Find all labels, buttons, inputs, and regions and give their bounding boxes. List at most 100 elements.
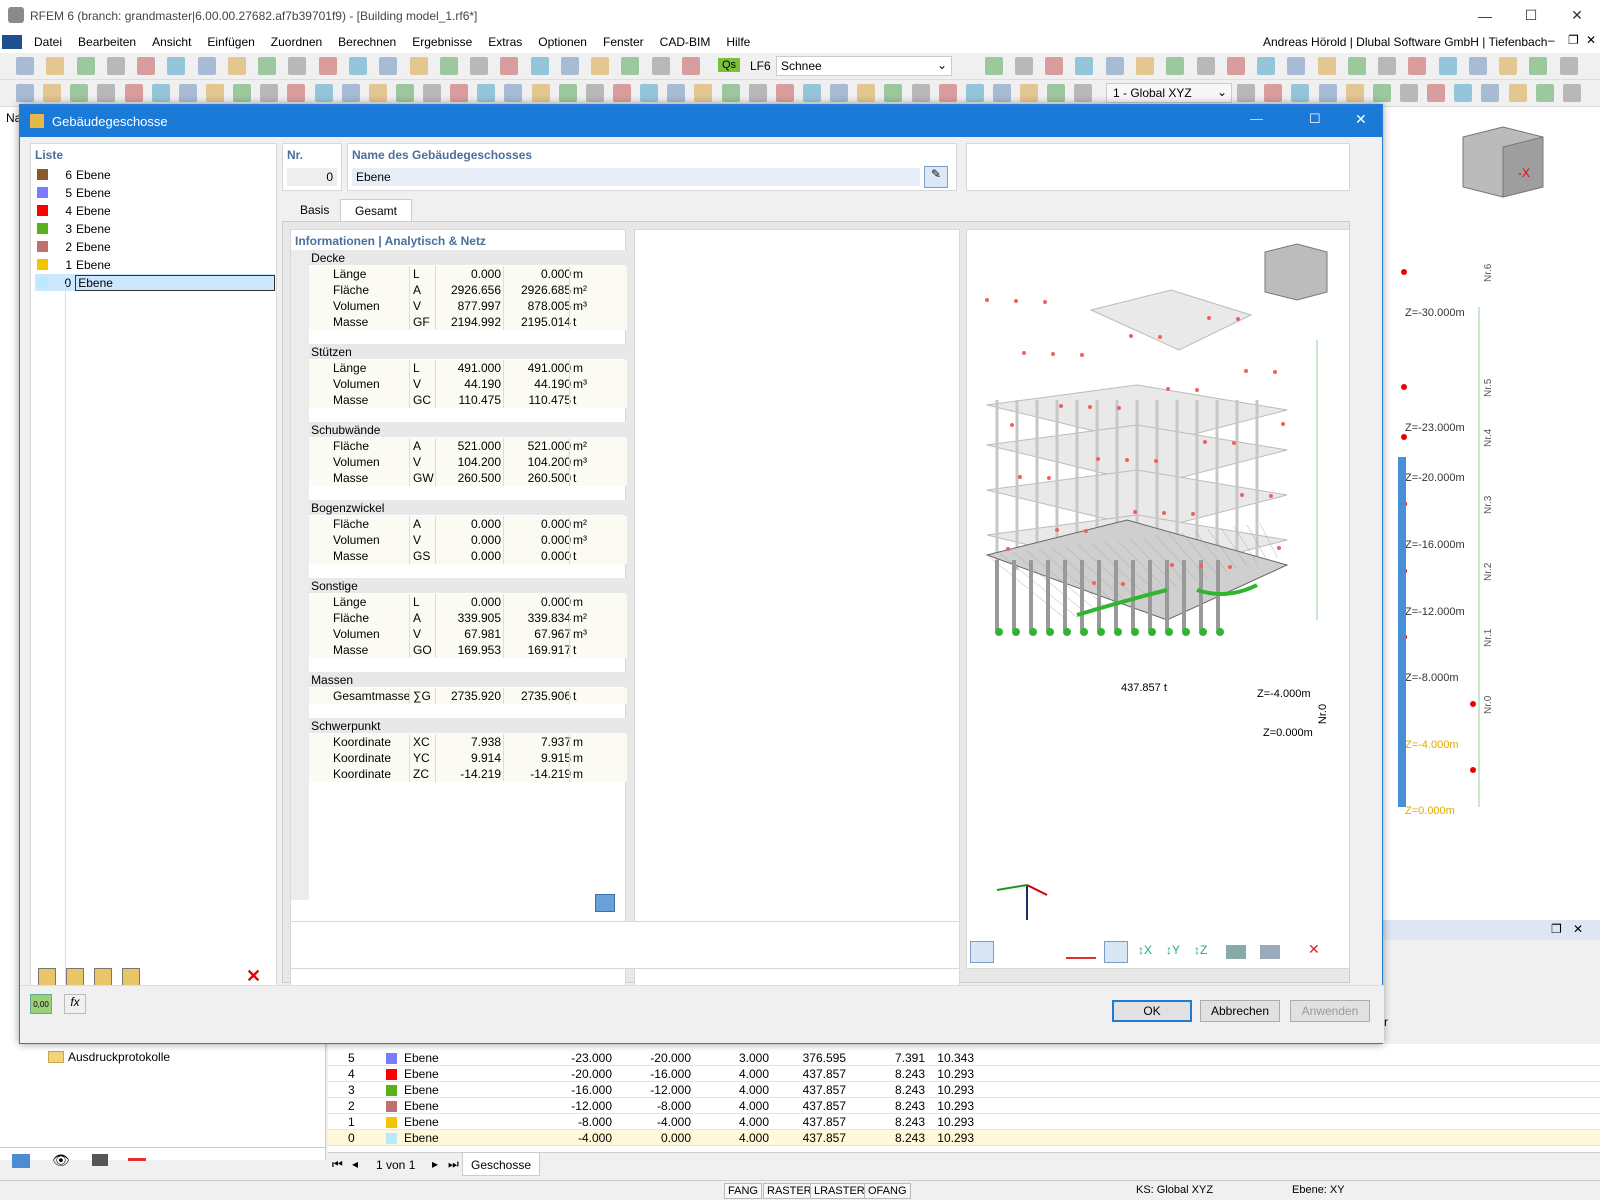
edit-name-button[interactable]: ✎ [924,166,948,188]
storey-list-item[interactable]: 4 Ebene [35,202,275,219]
tb1-tool-icon-21[interactable] [651,57,670,75]
tb1-tool-icon-10[interactable] [318,57,337,75]
tb2-tool-icon-57[interactable] [1562,84,1581,102]
tb1-tool-icon-1[interactable] [46,57,65,75]
tb1-tool-icon-0[interactable] [16,57,34,75]
tb2-tool-icon-16[interactable] [450,84,469,102]
tb1-tool-icon-15[interactable] [470,57,489,75]
tb2-tool-icon-46[interactable] [1264,84,1283,102]
apply-button[interactable]: Anwenden [1290,1000,1370,1022]
tb2-tool-icon-18[interactable] [504,84,523,102]
tb2-tool-icon-6[interactable] [178,84,197,102]
tb1-tool-icon-40[interactable] [1226,57,1245,75]
tb2-tool-icon-14[interactable] [395,84,414,102]
menu-extras[interactable]: Extras [480,35,530,49]
menu-ansicht[interactable]: Ansicht [144,35,199,49]
delete-storey-icon[interactable]: ✕ [246,966,261,987]
tb1-tool-icon-9[interactable] [288,57,307,75]
table-row[interactable]: 0 Ebene -4.000 0.000 4.000 437.857 8.243 10.293 [328,1130,1600,1146]
iso-view-icon[interactable] [1260,945,1280,959]
view-y-icon[interactable]: ↕Y [1166,943,1180,957]
tb2-tool-icon-25[interactable] [694,84,713,102]
tb2-tool-icon-37[interactable] [1020,84,1039,102]
tb2-tool-icon-36[interactable] [992,84,1011,102]
mdi-close-icon[interactable]: ✕ [1586,33,1596,47]
status-ofang[interactable]: OFANG [864,1183,911,1199]
next-page-icon[interactable]: ▸ [432,1157,438,1171]
units-icon[interactable]: 0,00 [30,994,52,1014]
menu-zuordnen[interactable]: Zuordnen [263,35,330,49]
sheet-tab-geschosse[interactable]: Geschosse [462,1153,541,1176]
maximize-button[interactable]: ☐ [1508,0,1554,31]
dialog-maximize-icon[interactable]: ☐ [1309,111,1321,127]
menu-ergebnisse[interactable]: Ergebnisse [404,35,480,49]
storey-list-item[interactable]: 0 Ebene [35,274,275,291]
tb2-tool-icon-12[interactable] [341,84,360,102]
tb2-tool-icon-3[interactable] [97,84,116,102]
tb2-tool-icon-4[interactable] [124,84,143,102]
function-icon[interactable]: fx [64,994,86,1014]
storey-list-item[interactable]: 2 Ebene [35,238,275,255]
mdi-restore-icon[interactable]: ❐ [1568,33,1579,47]
eye-icon[interactable]: 👁 [52,1152,70,1169]
storey-list-item[interactable]: 6 Ebene [35,166,275,183]
tb1-tool-icon-34[interactable] [1045,57,1064,75]
tb1-tool-icon-47[interactable] [1438,57,1457,75]
sort-storey-icon[interactable] [122,968,140,986]
render-mode-icon[interactable] [1226,945,1246,959]
navigator-folder-label[interactable]: Ausdruckprotokolle [68,1050,170,1064]
menu-fenster[interactable]: Fenster [595,35,652,49]
view-z-icon[interactable]: ↕Z [1194,943,1207,957]
tb2-tool-icon-34[interactable] [938,84,957,102]
tb1-tool-icon-33[interactable] [1014,57,1033,75]
menu-berechnen[interactable]: Berechnen [330,35,404,49]
tb1-tool-icon-19[interactable] [591,57,610,75]
tb2-tool-icon-2[interactable] [70,84,89,102]
tb1-tool-icon-41[interactable] [1257,57,1276,75]
storey-list-item[interactable]: 3 Ebene [35,220,275,237]
tb2-tool-icon-9[interactable] [260,84,279,102]
prev-page-icon[interactable]: ◂ [352,1157,358,1171]
preview-settings-icon[interactable] [970,941,994,963]
tb1-tool-icon-14[interactable] [439,57,458,75]
tb2-tool-icon-51[interactable] [1400,84,1419,102]
preview-panel[interactable]: 437.857 t Z=-4.000m Z=0.000m Nr.0 Y X Z [966,229,1350,1040]
video-icon[interactable] [92,1154,108,1166]
menu-optionen[interactable]: Optionen [530,35,595,49]
tb2-tool-icon-45[interactable] [1237,84,1256,102]
tb2-tool-icon-38[interactable] [1047,84,1066,102]
tb2-tool-icon-39[interactable] [1074,84,1093,102]
tb1-tool-icon-3[interactable] [106,57,125,75]
table-row[interactable]: 4 Ebene -20.000 -16.000 4.000 437.857 8.243 10.… [328,1066,1600,1082]
close-button[interactable]: ✕ [1554,0,1600,31]
tb1-tool-icon-39[interactable] [1196,57,1215,75]
panel-close-icon[interactable]: ✕ [1573,922,1583,936]
tb1-tool-icon-12[interactable] [379,57,398,75]
info-section-header[interactable]: ⊟Decke [291,250,627,265]
view-x-icon[interactable]: ↕X [1138,943,1152,957]
tb2-tool-icon-10[interactable] [287,84,306,102]
info-section-header[interactable]: ⊟Sonstige [291,578,627,593]
tab-basis[interactable]: Basis [286,199,343,221]
tb2-tool-icon-27[interactable] [748,84,767,102]
tb1-tool-icon-44[interactable] [1347,57,1366,75]
tb2-tool-icon-48[interactable] [1318,84,1337,102]
tb2-tool-icon-23[interactable] [640,84,659,102]
visibility-icon[interactable] [1104,941,1128,963]
tb2-tool-icon-11[interactable] [314,84,333,102]
tb1-tool-icon-42[interactable] [1287,57,1306,75]
numbering-icon[interactable] [1066,945,1096,959]
dialog-close-icon[interactable]: ✕ [1355,111,1367,128]
tb1-tool-icon-6[interactable] [197,57,216,75]
tb2-tool-icon-29[interactable] [803,84,821,102]
tb1-tool-icon-49[interactable] [1499,57,1518,75]
tb1-tool-icon-20[interactable] [621,57,640,75]
tb1-tool-icon-7[interactable] [227,57,246,75]
tb1-tool-icon-11[interactable] [348,57,367,75]
menu-bearbeiten[interactable]: Bearbeiten [70,35,144,49]
storey-list-item[interactable]: 1 Ebene [35,256,275,273]
tb1-tool-icon-5[interactable] [167,57,186,75]
storey-list-item[interactable]: 5 Ebene [35,184,275,201]
tb2-tool-icon-28[interactable] [775,84,794,102]
table-row[interactable]: 5 Ebene -23.000 -20.000 3.000 376.595 7.391 10.… [328,1050,1600,1066]
